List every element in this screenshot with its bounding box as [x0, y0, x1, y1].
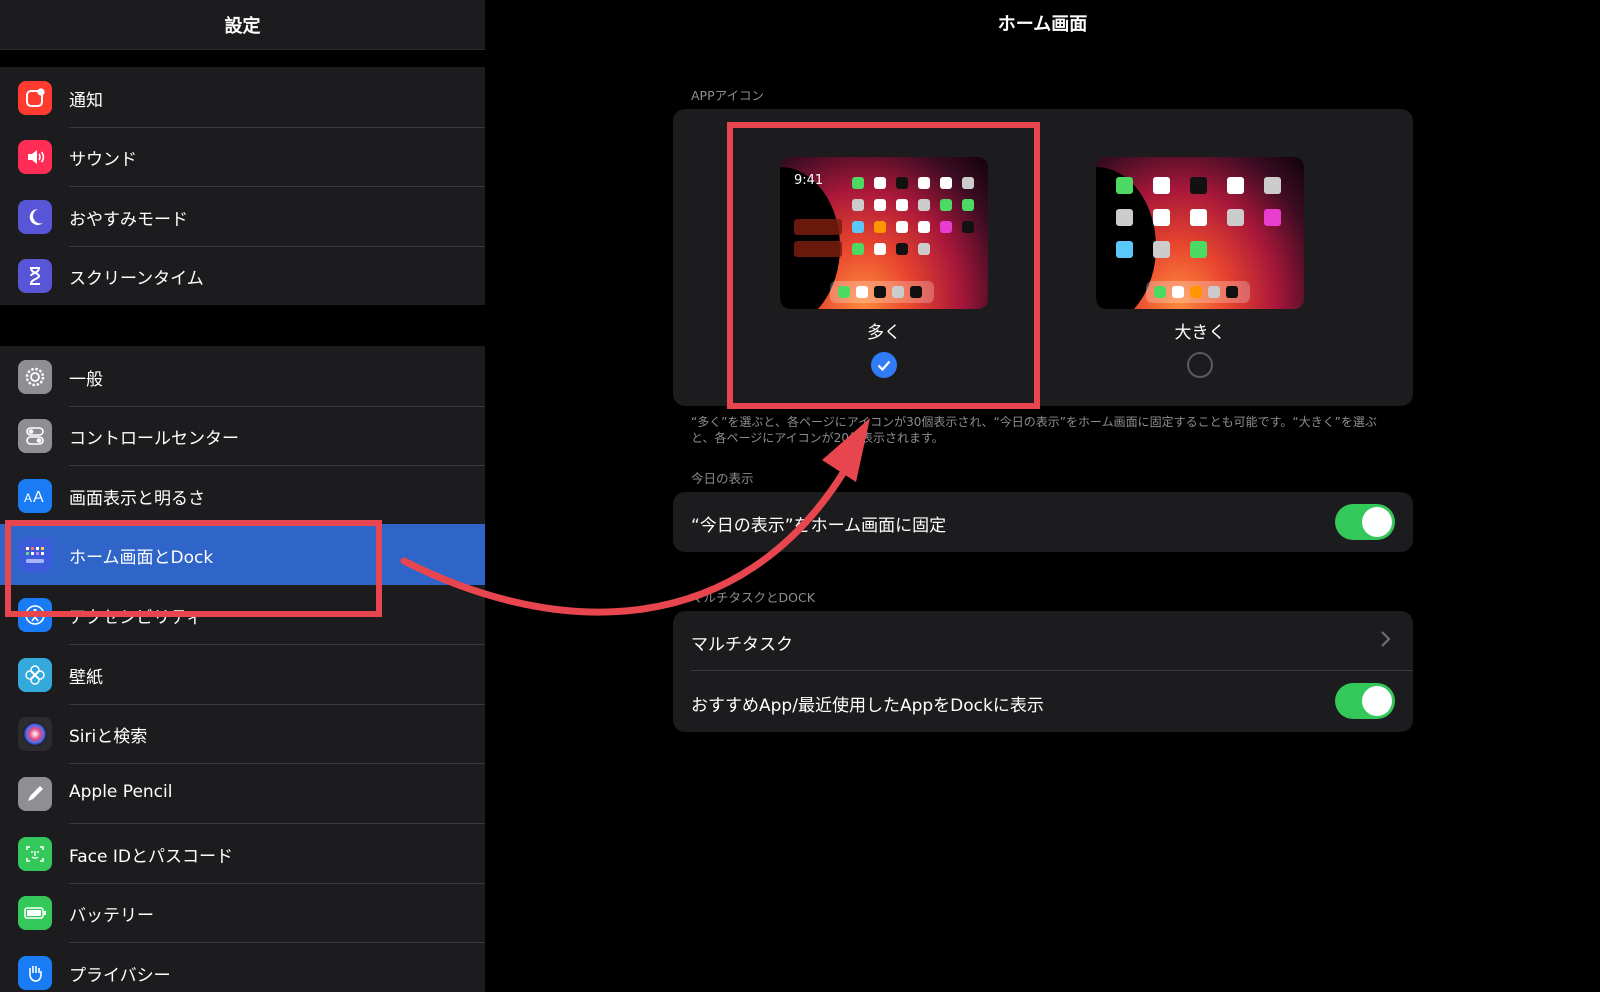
annotation-arrow: [400, 418, 870, 616]
